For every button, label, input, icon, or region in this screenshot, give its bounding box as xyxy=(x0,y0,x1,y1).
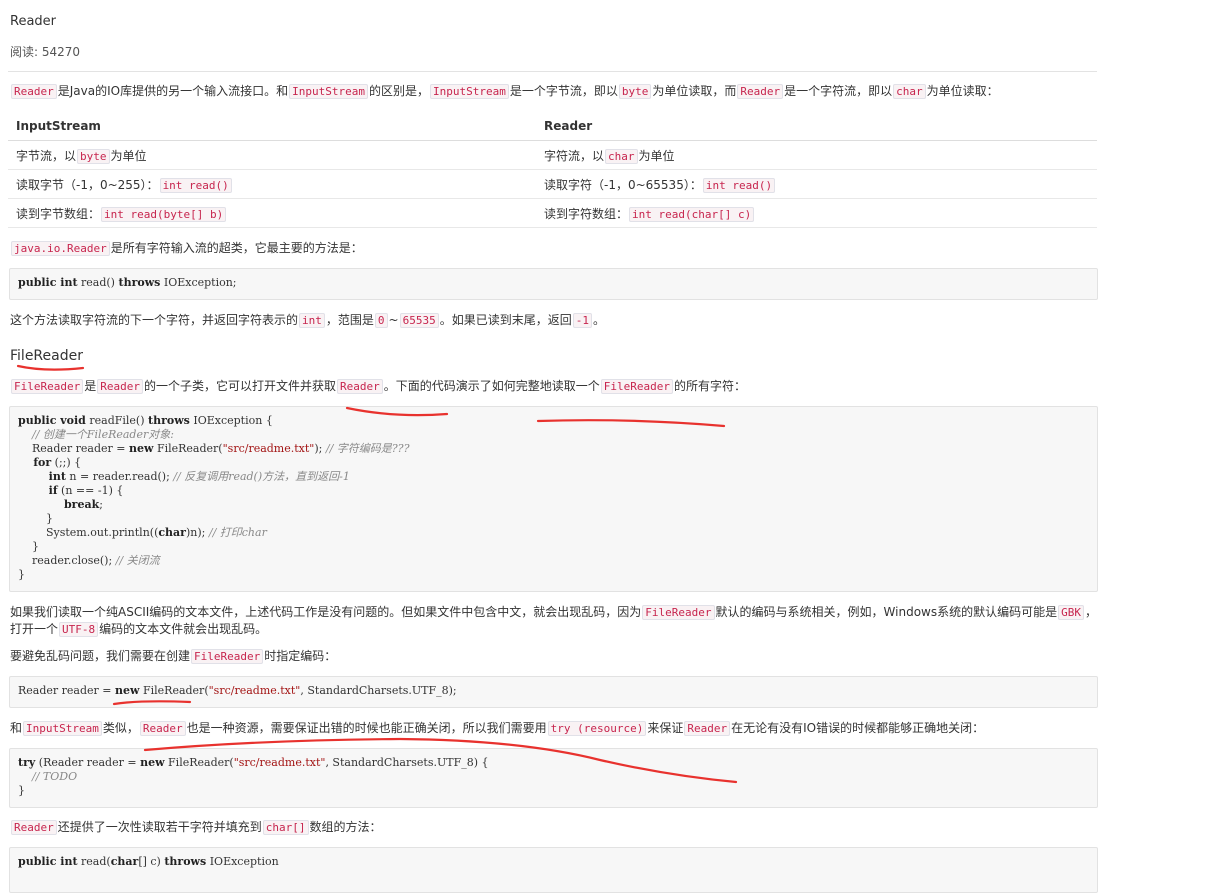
underline-stroke xyxy=(345,406,449,417)
underline-stroke xyxy=(112,700,192,706)
underline-stroke xyxy=(16,364,85,371)
underline-stroke xyxy=(143,737,738,784)
annotation-layer xyxy=(16,364,738,784)
underline-stroke xyxy=(536,419,726,428)
